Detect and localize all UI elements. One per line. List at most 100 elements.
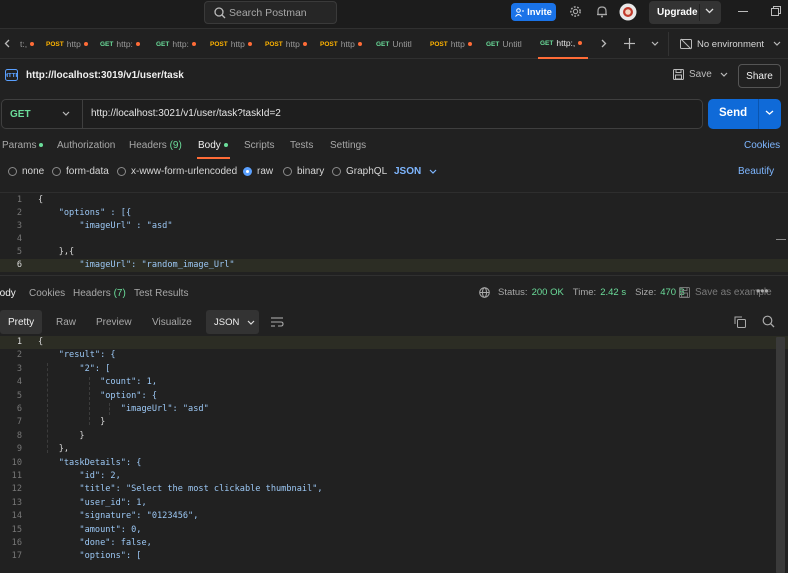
bell-icon[interactable]	[596, 5, 608, 18]
view-pretty[interactable]: Pretty	[0, 310, 43, 334]
tab-response-cookies[interactable]: Cookies	[29, 288, 65, 299]
chevron-down-icon[interactable]	[705, 8, 714, 14]
chevron-down-icon[interactable]	[773, 41, 781, 46]
unsaved-dot	[302, 42, 307, 46]
radio-graphql[interactable]: GraphQL	[332, 166, 387, 177]
view-raw[interactable]: Raw	[48, 310, 84, 334]
send-label[interactable]: Send	[719, 107, 747, 119]
code-text: "taskDetails": {	[38, 457, 142, 468]
radio-circle[interactable]	[117, 167, 126, 176]
response-body-viewer[interactable]: 1{ 2 "result": { 3 "2": [ 4 "count": 1, …	[0, 336, 788, 573]
tab-2[interactable]: GET http:	[100, 29, 150, 59]
copy-icon[interactable]	[734, 316, 746, 328]
tab-method: POST	[265, 40, 283, 48]
avatar[interactable]	[619, 3, 637, 21]
response-status-bar: Status: 200 OK Time: 2.42 s Size: 470 B	[479, 287, 685, 298]
tab-10-active[interactable]: GET http:,	[538, 29, 588, 59]
search-icon[interactable]	[762, 315, 775, 328]
tab-5[interactable]: POST http	[265, 29, 317, 59]
wrap-lines-icon[interactable]	[271, 317, 284, 327]
tab-test-results[interactable]: Test Results	[134, 288, 188, 299]
active-tab-underline	[197, 157, 230, 159]
request-title[interactable]: http://localhost:3019/v1/user/task	[26, 70, 184, 81]
chevron-down-icon[interactable]	[651, 41, 659, 46]
chevron-left-icon[interactable]	[4, 39, 10, 48]
tab-8[interactable]: POST http	[430, 29, 482, 59]
upgrade-button[interactable]: Upgrade	[649, 1, 721, 24]
radio-raw[interactable]: raw	[243, 166, 273, 177]
radio-urlencoded[interactable]: x-www-form-urlencoded	[117, 166, 237, 177]
tab-3[interactable]: GET http:	[156, 29, 206, 59]
line-number: 3	[16, 221, 22, 231]
radio-circle[interactable]	[332, 167, 341, 176]
tab-settings[interactable]: Settings	[330, 140, 366, 151]
radio-none[interactable]: none	[8, 166, 44, 177]
line-number: 13	[11, 497, 22, 508]
tab-scripts[interactable]: Scripts	[244, 140, 275, 151]
request-body-editor[interactable]: 1{ 2 "options" : [{ 3 "imageUrl" : "asd"…	[0, 192, 788, 272]
line-number: 6	[16, 404, 22, 414]
tab-1[interactable]: POST http	[46, 29, 96, 59]
globe-icon[interactable]	[479, 287, 490, 298]
pane-divider[interactable]	[0, 275, 788, 276]
cookies-link[interactable]: Cookies	[744, 140, 780, 151]
tab-0[interactable]: t:,	[20, 29, 42, 59]
view-preview[interactable]: Preview	[88, 310, 140, 334]
tab-response-headers[interactable]: Headers (7)	[73, 288, 126, 299]
search-icon	[214, 7, 226, 19]
chevron-right-icon[interactable]	[601, 39, 607, 48]
response-scrollbar[interactable]	[776, 337, 785, 573]
radio-form-data[interactable]: form-data	[52, 166, 109, 177]
time-value[interactable]: 2.42 s	[600, 287, 626, 298]
tab-7[interactable]: GET Untitl	[376, 29, 424, 59]
tab-label: http	[450, 39, 465, 49]
restore-icon[interactable]	[771, 6, 781, 16]
code-line: 4 "count": 1,	[0, 376, 788, 389]
save-button[interactable]: Save	[673, 69, 728, 80]
tab-method: GET	[376, 40, 390, 48]
tab-9[interactable]: GET Untitl	[486, 29, 534, 59]
tab-6[interactable]: POST http	[320, 29, 372, 59]
response-format-select[interactable]: JSON	[206, 310, 259, 334]
chevron-down-icon[interactable]	[765, 110, 774, 115]
tab-4[interactable]: POST http	[210, 29, 262, 59]
code-text: "done": false,	[38, 538, 152, 548]
editor-scroll-marker[interactable]	[776, 239, 786, 240]
view-visualize[interactable]: Visualize	[144, 310, 200, 334]
chevron-down-icon[interactable]	[62, 111, 70, 116]
tab-headers[interactable]: Headers (9)	[129, 140, 182, 151]
minimize-icon[interactable]	[738, 11, 748, 12]
radio-binary[interactable]: binary	[283, 166, 324, 177]
body-format-select[interactable]: JSON	[394, 166, 437, 177]
tab-params[interactable]: Params	[2, 140, 44, 151]
plus-icon[interactable]	[624, 38, 635, 49]
tab-body[interactable]: Body	[198, 140, 228, 151]
invite-button[interactable]: Invite	[511, 3, 556, 21]
radio-circle[interactable]	[283, 167, 292, 176]
active-dot	[39, 143, 44, 148]
url-input[interactable]: http://localhost:3021/v1/user/task?taskI…	[91, 108, 281, 119]
chevron-down-icon	[429, 169, 437, 174]
environment-selector[interactable]: No environment	[697, 39, 764, 50]
tab-tests[interactable]: Tests	[290, 140, 313, 151]
line-number: 1	[16, 195, 22, 205]
tab-authorization[interactable]: Authorization	[57, 140, 115, 151]
gear-icon[interactable]	[569, 5, 582, 18]
method-select[interactable]: GET	[10, 109, 31, 120]
request-tabs-bar: t:, POST http GET http: GET http: POST http …	[0, 28, 788, 59]
radio-circle-selected[interactable]	[243, 167, 252, 176]
more-options-icon[interactable]: •••	[756, 284, 769, 298]
tab-label: Headers	[129, 140, 167, 151]
chevron-down-icon[interactable]	[720, 72, 728, 77]
view-label: Preview	[96, 316, 132, 328]
radio-circle[interactable]	[52, 167, 61, 176]
code-line-highlighted: 6 "imageUrl": "random_image_Url"	[0, 259, 788, 272]
share-button[interactable]: Share	[738, 64, 781, 88]
line-number: 5	[16, 390, 22, 401]
code-line: 3 "imageUrl" : "asd"	[0, 220, 788, 233]
beautify-link[interactable]: Beautify	[738, 166, 774, 177]
radio-circle[interactable]	[8, 167, 17, 176]
search-box[interactable]: Search Postman	[204, 1, 337, 24]
status-value[interactable]: 200 OK	[532, 287, 564, 298]
tab-response-body[interactable]: Body	[0, 288, 16, 299]
